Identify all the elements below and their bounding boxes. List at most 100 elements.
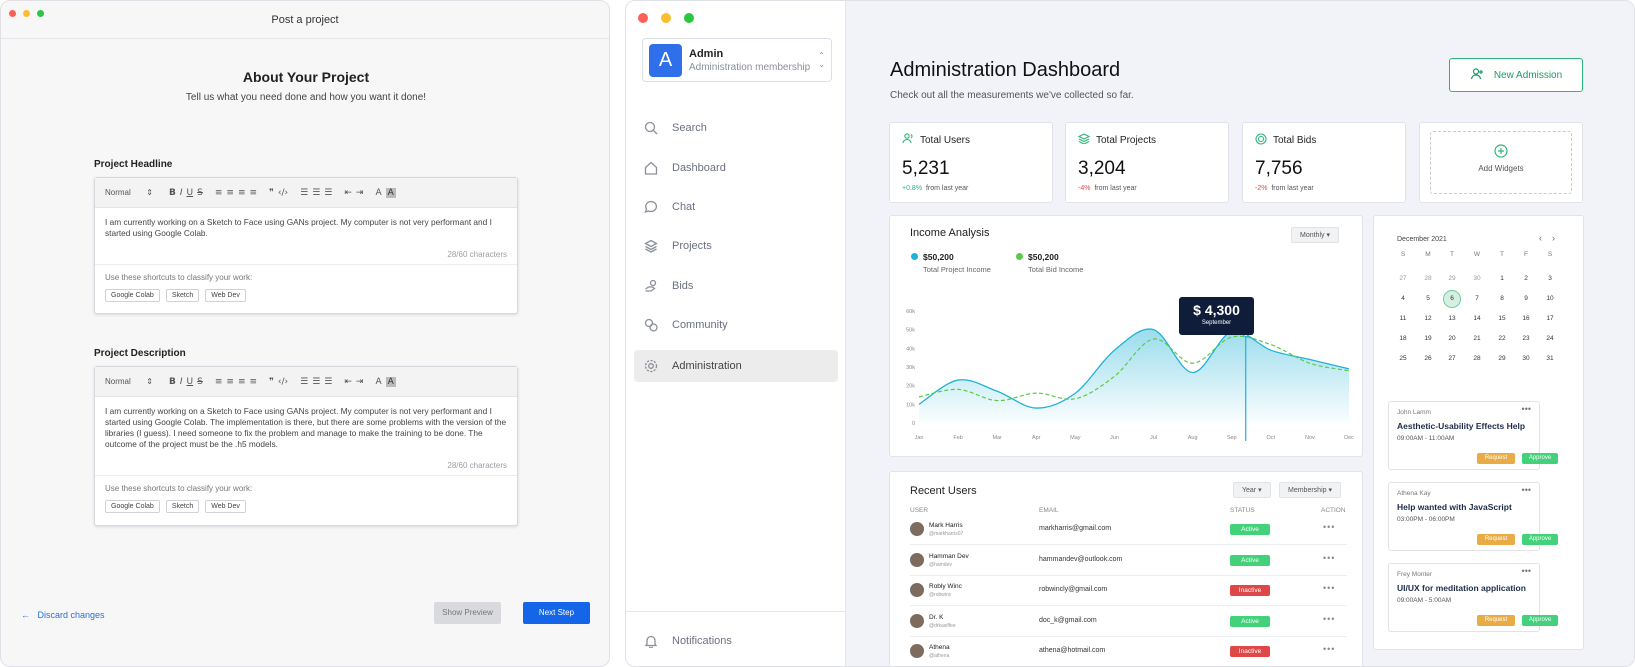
task-card[interactable]: John Lamm ••• Aesthetic-Usability Effect… (1388, 401, 1558, 470)
new-admission-button[interactable]: New Admission (1449, 58, 1583, 92)
calendar-day[interactable]: 5 (1419, 295, 1437, 302)
bullet-list-icon[interactable]: ☰ (312, 377, 320, 387)
more-options-icon[interactable]: ••• (1522, 566, 1531, 576)
zoom-window-button[interactable] (684, 13, 694, 23)
calendar-day[interactable]: 19 (1419, 335, 1437, 342)
italic-button[interactable]: I (180, 188, 183, 198)
ordered-list-icon[interactable]: ☰ (300, 377, 308, 387)
close-window-button[interactable] (9, 10, 16, 17)
calendar-day[interactable]: 9 (1517, 295, 1535, 302)
highlight-icon[interactable]: A (385, 187, 396, 198)
calendar-day[interactable]: 23 (1517, 335, 1535, 342)
headline-editor[interactable]: Normal ⇕ BIUS ≡ ≡ ≡ ≡ ❞ ‹/› ☰ ☰ ☰ ⇤ ⇥ AA I am cu… (94, 177, 518, 314)
calendar-day[interactable]: 18 (1394, 335, 1412, 342)
request-button[interactable]: Request (1477, 615, 1515, 626)
nav-bids[interactable]: Bids (634, 270, 838, 302)
code-icon[interactable]: ‹/› (278, 188, 288, 198)
calendar-next-icon[interactable]: › (1552, 233, 1555, 243)
nav-search[interactable]: Search (634, 112, 838, 144)
nav-community[interactable]: Community (634, 309, 838, 341)
more-actions-icon[interactable]: ••• (1323, 583, 1335, 593)
nav-chat[interactable]: Chat (634, 191, 838, 223)
highlight-icon[interactable]: A (385, 376, 396, 387)
code-icon[interactable]: ‹/› (278, 377, 288, 387)
membership-filter[interactable]: Membership ▾ (1279, 482, 1341, 498)
calendar-day[interactable]: 17 (1541, 315, 1559, 322)
check-list-icon[interactable]: ☰ (324, 377, 332, 387)
nav-dashboard[interactable]: Dashboard (634, 152, 838, 184)
chip-google-colab[interactable]: Google Colab (105, 289, 160, 302)
calendar-day[interactable]: 28 (1468, 355, 1486, 362)
outdent-icon[interactable]: ⇤ (344, 377, 352, 387)
chip-sketch[interactable]: Sketch (165, 289, 200, 302)
approve-button[interactable]: Approve (1522, 453, 1558, 464)
description-text[interactable]: I am currently working on a Sketch to Fa… (95, 397, 517, 461)
strike-button[interactable]: S (197, 377, 203, 387)
calendar-prev-icon[interactable]: ‹ (1539, 233, 1542, 243)
calendar-day[interactable]: 1 (1493, 275, 1511, 282)
more-actions-icon[interactable]: ••• (1323, 614, 1335, 624)
approve-button[interactable]: Approve (1522, 534, 1558, 545)
align-left-icon[interactable]: ≡ (215, 188, 223, 198)
close-window-button[interactable] (638, 13, 648, 23)
calendar-day[interactable]: 13 (1443, 315, 1461, 322)
underline-button[interactable]: U (187, 377, 194, 387)
nav-notifications[interactable]: Notifications (634, 625, 838, 657)
more-actions-icon[interactable]: ••• (1323, 553, 1335, 563)
chip-web-dev[interactable]: Web Dev (205, 500, 246, 513)
approve-button[interactable]: Approve (1522, 615, 1558, 626)
calendar-day[interactable]: 8 (1493, 295, 1511, 302)
calendar-day[interactable]: 27 (1443, 355, 1461, 362)
check-list-icon[interactable]: ☰ (324, 188, 332, 198)
discard-changes-link[interactable]: ← Discard changes (21, 610, 105, 620)
calendar-day[interactable]: 29 (1493, 355, 1511, 362)
chip-google-colab[interactable]: Google Colab (105, 500, 160, 513)
chip-web-dev[interactable]: Web Dev (205, 289, 246, 302)
calendar-day[interactable]: 12 (1419, 315, 1437, 322)
align-left-icon[interactable]: ≡ (215, 377, 223, 387)
headline-text[interactable]: I am currently working on a Sketch to Fa… (95, 208, 517, 250)
align-right-icon[interactable]: ≡ (238, 377, 246, 387)
calendar-day[interactable]: 30 (1468, 275, 1486, 282)
account-switcher[interactable]: A Admin Administration membership ⌃ ⌄ (642, 38, 832, 82)
strike-button[interactable]: S (197, 188, 203, 198)
calendar-day[interactable]: 26 (1419, 355, 1437, 362)
calendar-day[interactable]: 28 (1419, 275, 1437, 282)
calendar-day[interactable]: 22 (1493, 335, 1511, 342)
description-editor[interactable]: Normal ⇕ BIUS ≡ ≡ ≡ ≡ ❞ ‹/› ☰ ☰ ☰ ⇤ ⇥ AA I am cu… (94, 366, 518, 526)
calendar-day[interactable]: 29 (1443, 275, 1461, 282)
bold-button[interactable]: B (169, 188, 176, 198)
calendar-day[interactable]: 3 (1541, 275, 1559, 282)
calendar-day[interactable]: 25 (1394, 355, 1412, 362)
outdent-icon[interactable]: ⇤ (344, 188, 352, 198)
next-step-button[interactable]: Next Step (523, 602, 590, 624)
indent-icon[interactable]: ⇥ (356, 377, 364, 387)
minimize-window-button[interactable] (661, 13, 671, 23)
add-widgets-card[interactable]: Add Widgets (1419, 122, 1583, 203)
text-color-icon[interactable]: A (375, 188, 381, 198)
calendar-day[interactable]: 20 (1443, 335, 1461, 342)
task-card[interactable]: Athena Kay ••• Help wanted with JavaScri… (1388, 482, 1558, 551)
calendar-day[interactable]: 6 (1443, 290, 1461, 308)
task-card[interactable]: Frey Monter ••• UI/UX for meditation app… (1388, 563, 1558, 632)
more-options-icon[interactable]: ••• (1522, 404, 1531, 414)
text-color-icon[interactable]: A (375, 377, 381, 387)
calendar-day[interactable]: 27 (1394, 275, 1412, 282)
bullet-list-icon[interactable]: ☰ (312, 188, 320, 198)
more-options-icon[interactable]: ••• (1522, 485, 1531, 495)
calendar-day[interactable]: 30 (1517, 355, 1535, 362)
align-center-icon[interactable]: ≡ (226, 377, 234, 387)
calendar-day[interactable]: 15 (1493, 315, 1511, 322)
ordered-list-icon[interactable]: ☰ (300, 188, 308, 198)
quote-icon[interactable]: ❞ (269, 377, 274, 387)
calendar-day[interactable]: 11 (1394, 315, 1412, 322)
calendar-day[interactable]: 2 (1517, 275, 1535, 282)
zoom-window-button[interactable] (37, 10, 44, 17)
minimize-window-button[interactable] (23, 10, 30, 17)
style-select[interactable]: Normal ⇕ (105, 188, 153, 197)
nav-projects[interactable]: Projects (634, 230, 838, 262)
align-justify-icon[interactable]: ≡ (249, 377, 257, 387)
calendar-day[interactable]: 24 (1541, 335, 1559, 342)
show-preview-button[interactable]: Show Preview (434, 602, 501, 624)
italic-button[interactable]: I (180, 377, 183, 387)
